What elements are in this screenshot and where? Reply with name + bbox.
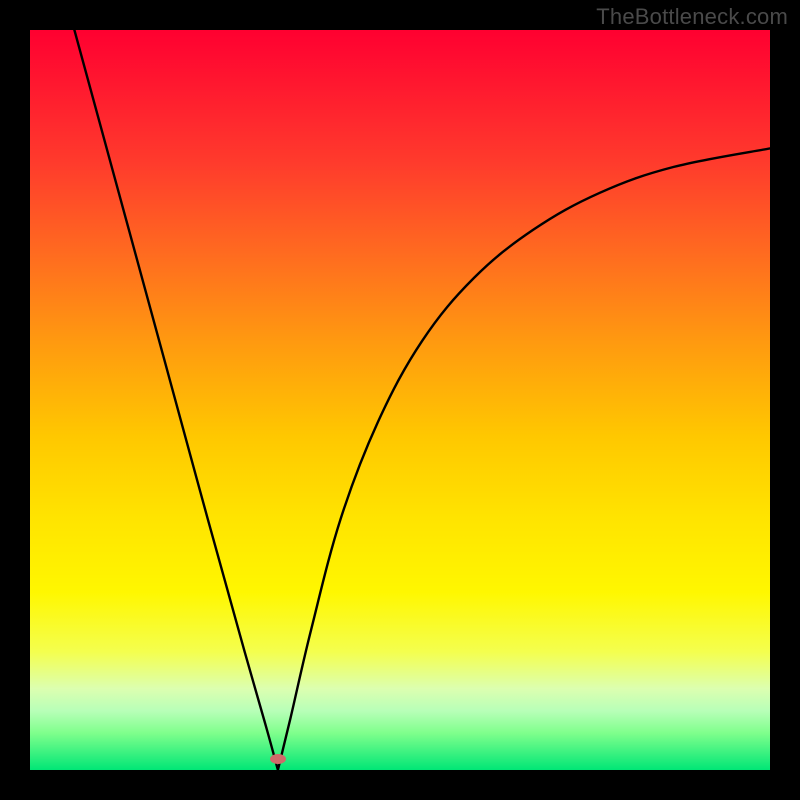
curve-svg xyxy=(30,30,770,770)
chart-frame: TheBottleneck.com xyxy=(0,0,800,800)
watermark-text: TheBottleneck.com xyxy=(596,4,788,30)
bottleneck-curve xyxy=(74,30,770,770)
optimal-point-marker xyxy=(270,754,286,764)
plot-area xyxy=(30,30,770,770)
